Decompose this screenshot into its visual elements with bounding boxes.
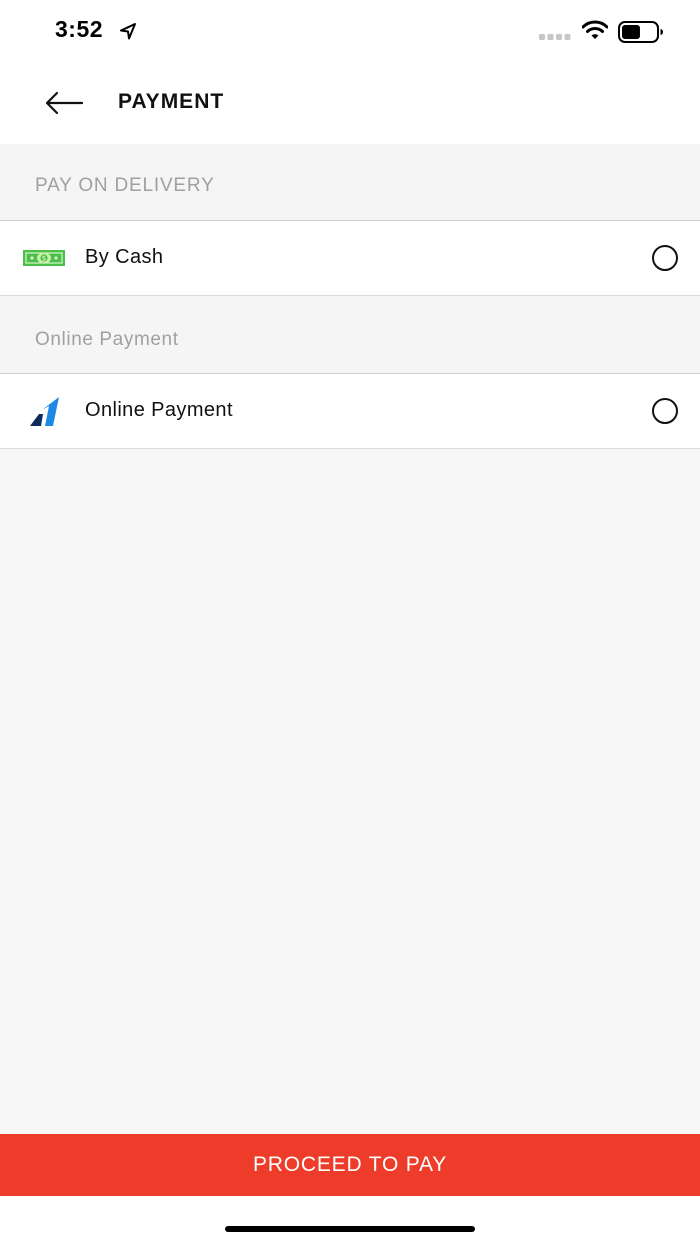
arrow-left-icon bbox=[45, 91, 84, 115]
status-bar: 3:52 bbox=[0, 0, 700, 62]
cash-banknote-icon: $ bbox=[23, 250, 65, 266]
section-header-pay-on-delivery: PAY ON DELIVERY bbox=[0, 144, 700, 220]
bottom-safe-area bbox=[0, 1196, 700, 1244]
location-arrow-icon bbox=[120, 23, 136, 40]
status-time: 3:52 bbox=[55, 16, 104, 42]
app-header: PAYMENT bbox=[0, 62, 700, 144]
option-label-by-cash: By Cash bbox=[85, 246, 164, 268]
wifi-icon bbox=[582, 20, 608, 39]
back-button[interactable] bbox=[36, 82, 92, 124]
option-label-online-payment: Online Payment bbox=[85, 399, 233, 421]
radio-online-payment[interactable] bbox=[652, 398, 678, 424]
svg-text:$: $ bbox=[42, 255, 46, 263]
section-header-online-payment: Online Payment bbox=[0, 297, 700, 373]
section-label: PAY ON DELIVERY bbox=[35, 175, 215, 196]
page-title: PAYMENT bbox=[118, 90, 225, 113]
home-indicator bbox=[225, 1226, 475, 1232]
cellular-signal-icon bbox=[539, 34, 571, 40]
section-label: Online Payment bbox=[35, 329, 179, 350]
online-payment-logo-icon bbox=[30, 397, 59, 426]
payment-option-by-cash[interactable]: $ By Cash bbox=[0, 220, 700, 296]
payment-option-online-payment[interactable]: Online Payment bbox=[0, 373, 700, 449]
battery-icon bbox=[618, 21, 663, 43]
radio-by-cash[interactable] bbox=[652, 245, 678, 271]
proceed-to-pay-button[interactable]: PROCEED TO PAY bbox=[0, 1134, 700, 1196]
